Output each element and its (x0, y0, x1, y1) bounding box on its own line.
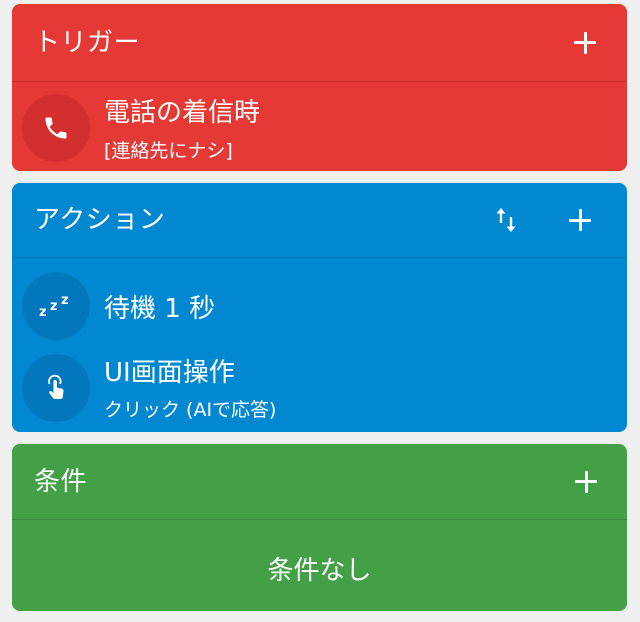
svg-text:z: z (50, 299, 58, 314)
action-item-icon-circle: z z z (22, 272, 90, 340)
plus-icon (575, 470, 597, 493)
add-action-button[interactable] (560, 200, 600, 240)
action-title: アクション (34, 205, 166, 235)
action-card: アクション z z z 待機 1 秒 UI画面操作 クリック (AIで応答) (12, 183, 627, 432)
add-condition-button[interactable] (566, 462, 606, 502)
action-item-ui-interaction[interactable]: UI画面操作 クリック (AIで応答) (12, 346, 627, 432)
svg-text:z: z (39, 305, 47, 320)
trigger-title: トリガー (34, 27, 141, 58)
action-item-title: UI画面操作 (104, 358, 235, 388)
trigger-header: トリガー (12, 4, 627, 82)
action-item-wait[interactable]: z z z 待機 1 秒 (12, 258, 627, 346)
trigger-item-incoming-call[interactable]: 電話の着信時 [連絡先にナシ] (12, 82, 627, 171)
sleep-zzz-icon: z z z (39, 293, 69, 320)
condition-title: 条件 (34, 466, 88, 497)
trigger-card: トリガー 電話の着信時 [連絡先にナシ] (12, 4, 627, 171)
action-item-title: 待機 1 秒 (104, 294, 216, 324)
action-item-subtitle: クリック (AIで応答) (104, 399, 277, 421)
svg-text:z: z (61, 293, 69, 308)
swap-vertical-icon (496, 208, 516, 232)
trigger-item-subtitle: [連絡先にナシ] (104, 140, 233, 162)
touch-tap-icon (48, 374, 64, 399)
action-header: アクション (12, 183, 627, 258)
plus-icon (574, 31, 596, 54)
trigger-item-icon-circle (22, 94, 90, 162)
action-item-icon-circle (22, 354, 90, 422)
plus-icon (569, 209, 591, 231)
add-trigger-button[interactable] (565, 23, 605, 63)
condition-card: 条件 条件なし (12, 444, 627, 611)
condition-header: 条件 (12, 444, 627, 520)
condition-empty-text: 条件なし (267, 556, 372, 586)
trigger-item-title: 電話の着信時 (104, 98, 261, 128)
reorder-actions-button[interactable] (486, 200, 526, 240)
phone-icon (45, 117, 67, 139)
